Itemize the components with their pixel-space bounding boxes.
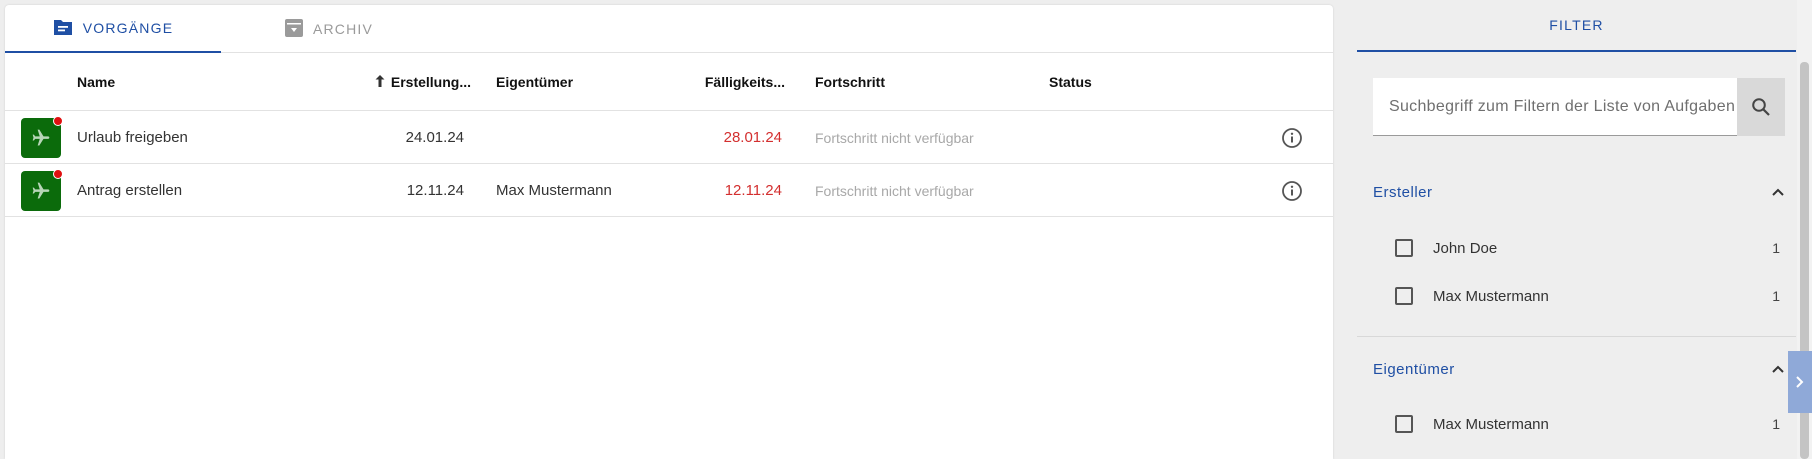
filter-tab[interactable]: FILTER bbox=[1357, 0, 1796, 52]
notification-dot bbox=[53, 168, 63, 179]
filter-option: Max Mustermann 1 bbox=[1395, 404, 1780, 444]
chevron-right-icon bbox=[1796, 376, 1804, 388]
tab-bar: VORGÄNGE ARCHIV bbox=[5, 5, 1333, 53]
cell-created: 24.01.24 bbox=[405, 129, 464, 146]
filter-option-count: 1 bbox=[1772, 416, 1780, 432]
filter-option: John Doe 1 bbox=[1395, 228, 1780, 268]
cell-due: 12.11.24 bbox=[724, 182, 782, 199]
tab-archiv[interactable]: ARCHIV bbox=[221, 5, 437, 53]
column-header-status[interactable]: Status bbox=[1049, 53, 1092, 111]
column-header-created[interactable]: Erstellung... bbox=[343, 53, 471, 111]
filter-option: Max Mustermann 1 bbox=[1395, 276, 1780, 316]
cell-created: 12.11.24 bbox=[406, 182, 464, 199]
filter-option-label: Max Mustermann bbox=[1433, 415, 1549, 433]
section-divider bbox=[1357, 336, 1796, 337]
search-icon bbox=[1752, 98, 1770, 116]
column-header-created-label: Erstellung... bbox=[390, 74, 471, 90]
filter-section-title: Eigentümer bbox=[1373, 360, 1455, 378]
tab-archiv-label: ARCHIV bbox=[312, 21, 374, 37]
row-icon-cell bbox=[21, 111, 63, 164]
sort-ascending-icon bbox=[375, 74, 385, 90]
folder-list-icon bbox=[53, 18, 73, 39]
filter-section-title: Ersteller bbox=[1373, 183, 1433, 201]
tab-vorgaenge-label: VORGÄNGE bbox=[82, 20, 174, 36]
task-list-card: VORGÄNGE ARCHIV Name Erstellung... Eigen… bbox=[5, 5, 1333, 459]
cell-owner: Max Mustermann bbox=[496, 182, 612, 199]
checkbox[interactable] bbox=[1395, 287, 1413, 305]
cell-name: Antrag erstellen bbox=[77, 182, 183, 199]
filter-search bbox=[1373, 78, 1785, 136]
row-icon-cell bbox=[21, 164, 63, 217]
column-header-name[interactable]: Name bbox=[77, 53, 115, 111]
chevron-up-icon bbox=[1771, 361, 1785, 378]
filter-section-eigentuemer[interactable]: Eigentümer bbox=[1373, 349, 1785, 389]
checkbox[interactable] bbox=[1395, 415, 1413, 433]
column-header-due[interactable]: Fälligkeits... bbox=[645, 53, 785, 111]
archive-icon bbox=[284, 18, 303, 40]
filter-search-input[interactable] bbox=[1373, 78, 1737, 135]
info-icon[interactable] bbox=[1280, 111, 1304, 164]
airplane-icon bbox=[21, 115, 63, 158]
drawer-toggle-button[interactable] bbox=[1788, 351, 1812, 413]
table-row[interactable]: Urlaub freigeben 24.01.24 28.01.24 Forts… bbox=[5, 111, 1333, 164]
airplane-icon bbox=[21, 168, 63, 211]
cell-progress: Fortschritt nicht verfügbar bbox=[815, 129, 974, 146]
cell-progress: Fortschritt nicht verfügbar bbox=[815, 182, 974, 199]
filter-option-label: Max Mustermann bbox=[1433, 287, 1549, 305]
column-header-owner[interactable]: Eigentümer bbox=[496, 53, 573, 111]
chevron-up-icon bbox=[1771, 184, 1785, 201]
search-button[interactable] bbox=[1737, 78, 1785, 136]
cell-name: Urlaub freigeben bbox=[77, 129, 188, 146]
tab-vorgaenge[interactable]: VORGÄNGE bbox=[5, 5, 221, 53]
cell-due: 28.01.24 bbox=[723, 129, 782, 146]
table-header: Name Erstellung... Eigentümer Fälligkeit… bbox=[5, 53, 1333, 111]
filter-option-label: John Doe bbox=[1433, 239, 1498, 257]
checkbox[interactable] bbox=[1395, 239, 1413, 257]
filter-option-count: 1 bbox=[1772, 240, 1780, 256]
filter-section-ersteller[interactable]: Ersteller bbox=[1373, 172, 1785, 212]
column-header-progress[interactable]: Fortschritt bbox=[815, 53, 885, 111]
filter-panel: FILTER Ersteller John Doe 1 Max Musterma… bbox=[1357, 0, 1796, 459]
notification-dot bbox=[53, 115, 63, 126]
table-row[interactable]: Antrag erstellen 12.11.24 Max Mustermann… bbox=[5, 164, 1333, 217]
info-icon[interactable] bbox=[1280, 164, 1304, 217]
filter-option-count: 1 bbox=[1772, 288, 1780, 304]
